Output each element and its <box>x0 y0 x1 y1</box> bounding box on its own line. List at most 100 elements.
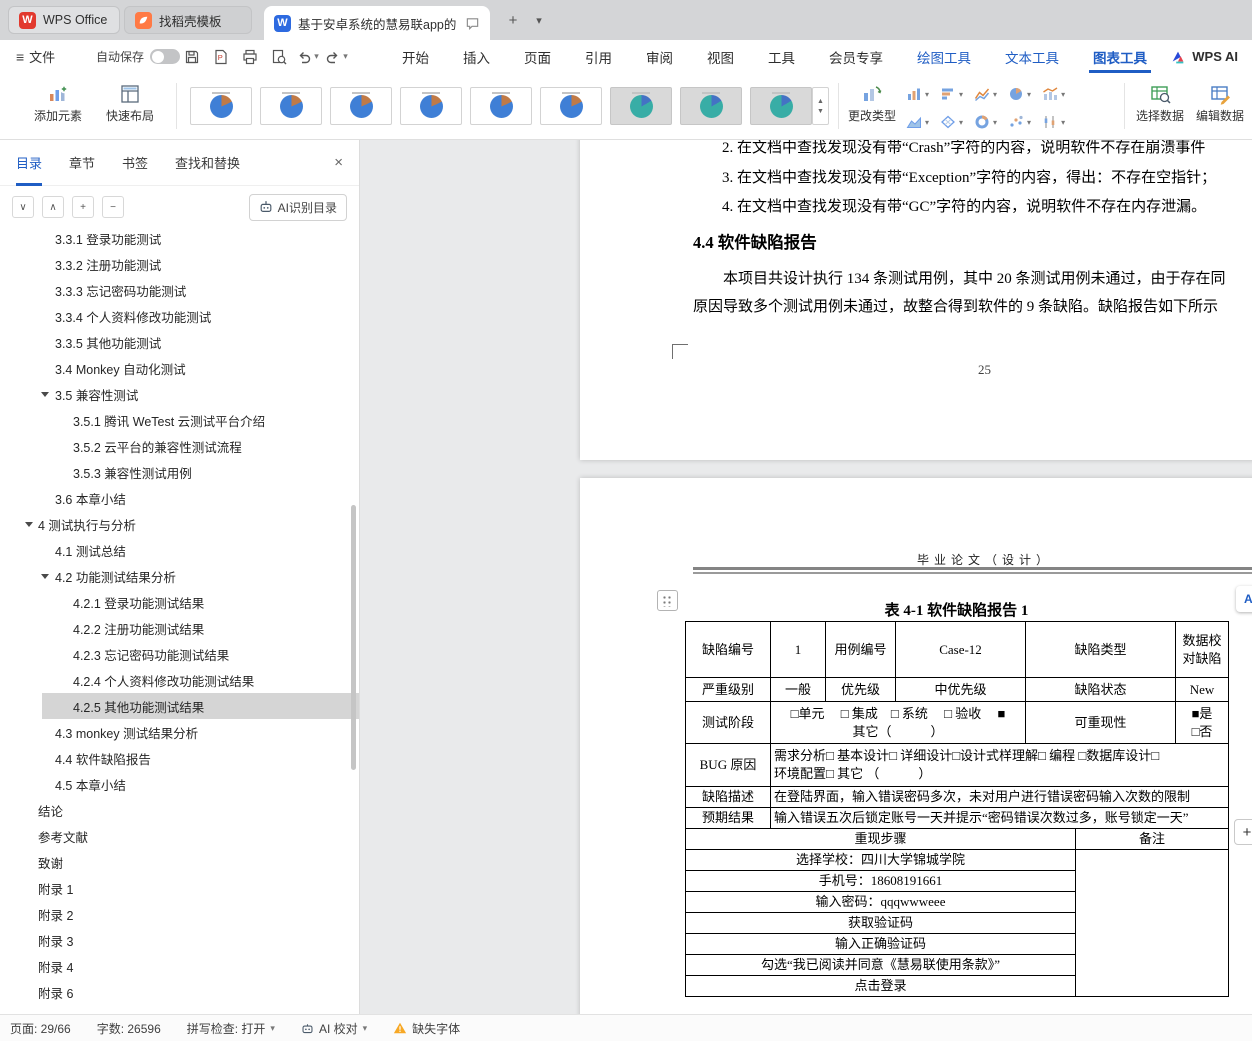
pie-chart-type-button[interactable]: ▾ <box>1008 86 1031 102</box>
chart-style-thumbnail-9[interactable] <box>750 87 812 125</box>
quick-layout-button[interactable]: 快速布局 <box>100 81 160 124</box>
new-tab-button[interactable]: + <box>502 9 524 31</box>
close-icon[interactable]: × <box>334 154 343 171</box>
chart-style-thumbnail-3[interactable] <box>330 87 392 125</box>
document-page-25[interactable]: 2. 在文档中查找发现没有带“Crash”字符的内容，说明软件不存在崩溃事件 3… <box>580 140 1252 460</box>
toc-item[interactable]: 附录 1 <box>0 875 359 901</box>
defect-number-value[interactable]: 1 <box>770 621 826 678</box>
sidebar-tab-find-replace[interactable]: 查找和替换 <box>175 140 240 186</box>
tab-member[interactable]: 会员专享 <box>829 40 883 73</box>
toc-collapse-button[interactable]: − <box>102 196 124 218</box>
docer-template-tab[interactable]: 找稻壳模板 <box>124 6 252 34</box>
file-menu-button[interactable]: ≡ 文件 <box>16 40 55 73</box>
spellcheck-toggle[interactable]: 拼写检查: 打开 ▾ <box>187 1020 275 1037</box>
defect-type-label[interactable]: 缺陷类型 <box>1024 621 1177 678</box>
priority-value[interactable]: 中优先级 <box>895 677 1026 702</box>
toc-item[interactable]: 4.2.4 个人资料修改功能测试结果 <box>0 667 359 693</box>
toc-item[interactable]: 3.6 本章小结 <box>0 485 359 511</box>
toc-item[interactable]: 3.3.1 登录功能测试 <box>0 234 359 251</box>
test-phase-label[interactable]: 测试阶段 <box>685 701 771 744</box>
defect-report-table[interactable]: 缺陷编号 1 用例编号 Case-12 缺陷类型 数据校对缺陷 严重级别 一般 … <box>685 621 1230 997</box>
body-text-line[interactable]: 4. 在文档中查找发现没有带“GC”字符的内容，说明软件不存在内存泄漏。 <box>722 195 1206 216</box>
toc-item[interactable]: 附录 2 <box>0 901 359 927</box>
comment-bubble-icon[interactable] <box>465 16 480 31</box>
floating-add-button[interactable]: + <box>1234 819 1252 845</box>
toc-item[interactable]: 3.5.1 腾讯 WeTest 云测试平台介绍 <box>0 407 359 433</box>
repro-step[interactable]: 手机号：18608191661 <box>685 869 1076 892</box>
defect-description-label[interactable]: 缺陷描述 <box>685 786 771 808</box>
scatter-chart-type-button[interactable]: ▾ <box>1008 114 1031 130</box>
toc-item[interactable]: 4.1 测试总结 <box>0 537 359 563</box>
chart-style-thumbnail-2[interactable] <box>260 87 322 125</box>
test-phase-checkboxes[interactable]: □单元 □ 集成 □ 系统 □ 验收 ■ 其它（ ） <box>770 701 1026 744</box>
toc-item[interactable]: 4.2.2 注册功能测试结果 <box>0 615 359 641</box>
severity-value[interactable]: 一般 <box>770 677 826 702</box>
repro-step[interactable]: 输入密码：qqqwwweee <box>685 890 1076 913</box>
bug-cause-checkboxes[interactable]: 需求分析□ 基本设计□ 详细设计□设计式样理解□ 编程 □数据库设计□ 环境配置… <box>769 743 1230 787</box>
defect-number-label[interactable]: 缺陷编号 <box>685 621 771 678</box>
bar-chart-type-button[interactable]: ▾ <box>940 86 963 102</box>
print-preview-button[interactable] <box>267 45 290 68</box>
repro-step[interactable]: 获取验证码 <box>685 911 1076 934</box>
notes-cell-empty[interactable] <box>1074 848 1230 997</box>
toc-item[interactable]: 附录 4 <box>0 953 359 979</box>
toc-expand-button[interactable]: + <box>72 196 94 218</box>
toc-item-expandable[interactable]: 4.2 功能测试结果分析 <box>0 563 359 589</box>
defect-type-value[interactable]: 数据校对缺陷 <box>1175 621 1230 678</box>
defect-status-value[interactable]: New <box>1175 677 1230 702</box>
chart-style-thumbnail-6[interactable] <box>540 87 602 125</box>
chart-style-thumbnail-1[interactable] <box>190 87 252 125</box>
toc-item[interactable]: 3.3.5 其他功能测试 <box>0 329 359 355</box>
document-tab-active[interactable]: W 基于安卓系统的慧易联app的 <box>264 6 490 40</box>
toc-item-selected[interactable]: 4.2.5 其他功能测试结果 <box>0 693 359 719</box>
sidebar-tab-bookmarks[interactable]: 书签 <box>122 140 148 186</box>
toc-item[interactable]: 3.5.3 兼容性测试用例 <box>0 459 359 485</box>
chart-style-thumbnail-4[interactable] <box>400 87 462 125</box>
toc-item[interactable]: 3.3.4 个人资料修改功能测试 <box>0 303 359 329</box>
toc-item[interactable]: 附录 6 <box>0 979 359 1005</box>
ai-proofread-button[interactable]: AI 校对 ▾ <box>301 1020 367 1037</box>
chart-style-thumbnail-7[interactable] <box>610 87 672 125</box>
tab-tools[interactable]: 工具 <box>768 40 795 73</box>
chart-style-thumbnail-8[interactable] <box>680 87 742 125</box>
change-chart-type-button[interactable]: 更改类型 <box>842 81 902 124</box>
toc-item[interactable]: 4.2.1 登录功能测试结果 <box>0 589 359 615</box>
toc-item[interactable]: 3.5.2 云平台的兼容性测试流程 <box>0 433 359 459</box>
sidebar-scrollbar[interactable] <box>351 505 356 770</box>
collapse-arrow-icon[interactable] <box>41 392 49 397</box>
expected-result-value[interactable]: 输入错误五次后锁定账号一天并提示“密码错误次数过多，账号锁定一天” <box>769 807 1230 829</box>
page-indicator[interactable]: 页面: 29/66 <box>10 1020 71 1037</box>
stock-chart-type-button[interactable]: ▾ <box>1042 114 1065 130</box>
collapse-arrow-icon[interactable] <box>41 574 49 579</box>
tab-home[interactable]: 开始 <box>402 40 429 73</box>
toc-item[interactable]: 3.3.2 注册功能测试 <box>0 251 359 277</box>
undo-button[interactable]: ▾ <box>296 45 319 68</box>
tab-page[interactable]: 页面 <box>524 40 551 73</box>
priority-label[interactable]: 优先级 <box>825 677 896 702</box>
toc-item[interactable]: 4.3 monkey 测试结果分析 <box>0 719 359 745</box>
table-caption[interactable]: 表 4-1 软件缺陷报告 1 <box>685 599 1228 620</box>
repro-step[interactable]: 选择学校：四川大学锦城学院 <box>685 848 1076 871</box>
missing-font-warning[interactable]: 缺失字体 <box>393 1020 460 1037</box>
toc-item[interactable]: 结论 <box>0 797 359 823</box>
tab-list-dropdown[interactable]: ▾ <box>528 9 550 31</box>
tab-text-tools[interactable]: 文本工具 <box>1005 40 1059 73</box>
body-text-line[interactable]: 3. 在文档中查找发现没有带“Exception”字符的内容，得出：不存在空指针… <box>722 166 1216 187</box>
combo-chart-type-button[interactable]: ▾ <box>1042 86 1065 102</box>
toc-item[interactable]: 3.4 Monkey 自动化测试 <box>0 355 359 381</box>
toc-prev-heading-button[interactable]: ∧ <box>42 196 64 218</box>
floating-ai-assistant-button[interactable]: AI <box>1236 586 1252 612</box>
tab-view[interactable]: 视图 <box>707 40 734 73</box>
export-pdf-button[interactable]: P <box>209 45 232 68</box>
line-chart-type-button[interactable]: ▾ <box>974 86 997 102</box>
section-heading-4-4[interactable]: 4.4 软件缺陷报告 <box>693 229 817 253</box>
area-chart-type-button[interactable]: ▾ <box>906 114 929 130</box>
severity-label[interactable]: 严重级别 <box>685 677 771 702</box>
toc-item[interactable]: 3.3.3 忘记密码功能测试 <box>0 277 359 303</box>
print-button[interactable] <box>238 45 261 68</box>
table-drag-handle[interactable] <box>657 590 678 611</box>
case-number-value[interactable]: Case-12 <box>895 621 1026 678</box>
save-button[interactable] <box>180 45 203 68</box>
column-chart-type-button[interactable]: ▾ <box>906 86 929 102</box>
wps-ai-button[interactable]: WPS AI <box>1170 40 1238 73</box>
